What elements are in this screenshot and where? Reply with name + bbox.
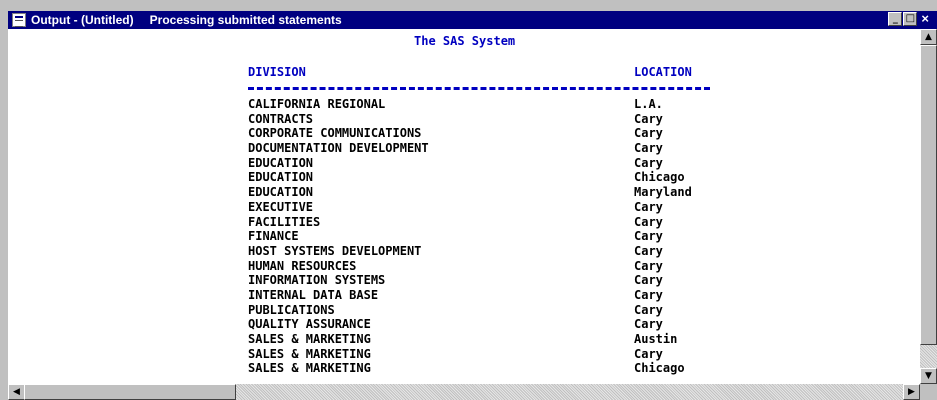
division-cell: INTERNAL DATA BASE xyxy=(248,287,379,302)
minimize-button[interactable]: _ xyxy=(888,12,903,26)
location-cell: Cary xyxy=(634,199,663,214)
location-cell: Maryland xyxy=(634,185,692,200)
location-cell: Cary xyxy=(634,155,663,170)
right-arrow-icon: ▶ xyxy=(908,387,915,397)
table-row: QUALITY ASSURANCE Cary xyxy=(8,317,920,332)
table-row: EDUCATION Chicago xyxy=(8,170,920,185)
table-row: CALIFORNIA REGIONAL L.A. xyxy=(8,97,920,112)
table-row: FINANCE Cary xyxy=(8,229,920,244)
division-cell: PUBLICATIONS xyxy=(248,302,335,317)
division-cell: INFORMATION SYSTEMS xyxy=(248,273,386,288)
table-row: CONTRACTS Cary xyxy=(8,112,920,127)
division-cell: SALES & MARKETING xyxy=(248,346,371,361)
location-cell: Chicago xyxy=(634,170,685,185)
table-row: HUMAN RESOURCES Cary xyxy=(8,259,920,274)
division-cell: CONTRACTS xyxy=(248,111,314,126)
output-content[interactable]: The SAS System DIVISION LOCATION CALIFOR… xyxy=(8,29,920,384)
window-icon[interactable] xyxy=(12,13,26,27)
vertical-scrollbar[interactable]: ▲ ▼ xyxy=(920,29,937,384)
table-row: INFORMATION SYSTEMS Cary xyxy=(8,273,920,288)
location-cell: Cary xyxy=(634,229,663,244)
location-cell: L.A. xyxy=(634,97,663,111)
table-row: HOST SYSTEMS DEVELOPMENT Cary xyxy=(8,244,920,259)
header-divider xyxy=(248,87,710,90)
close-icon: × xyxy=(921,11,929,26)
location-cell: Austin xyxy=(634,332,678,346)
table-row: SALES & MARKETING Austin xyxy=(8,332,920,347)
horizontal-scroll-thumb[interactable] xyxy=(24,384,236,400)
table-row: EXECUTIVE Cary xyxy=(8,200,920,215)
table-row: PUBLICATIONS Cary xyxy=(8,303,920,318)
table-row: EDUCATION Cary xyxy=(8,156,920,171)
location-cell: Cary xyxy=(634,302,663,317)
location-cell: Cary xyxy=(634,317,663,332)
location-cell: Cary xyxy=(634,214,663,229)
report-title: The SAS System xyxy=(414,34,516,48)
location-cell: Cary xyxy=(634,111,663,126)
division-cell: HUMAN RESOURCES xyxy=(248,258,357,273)
horizontal-scrollbar[interactable]: ◀ ▶ xyxy=(8,384,920,400)
close-button[interactable]: × xyxy=(921,12,929,26)
minimize-icon: _ xyxy=(892,13,898,24)
division-cell: EDUCATION xyxy=(248,185,314,200)
table-row: DOCUMENTATION DEVELOPMENT Cary xyxy=(8,141,920,156)
division-cell: FACILITIES xyxy=(248,214,321,229)
location-cell: Chicago xyxy=(634,361,685,376)
window-controls: _ □ × xyxy=(887,12,929,26)
division-cell: EXECUTIVE xyxy=(248,199,314,214)
output-window: Output - (Untitled) Processing submitted… xyxy=(0,0,937,400)
maximize-icon: □ xyxy=(905,13,916,24)
location-cell: Cary xyxy=(634,258,663,273)
division-cell: HOST SYSTEMS DEVELOPMENT xyxy=(248,243,422,258)
table-row: INTERNAL DATA BASE Cary xyxy=(8,288,920,303)
window-status: Processing submitted statements xyxy=(149,13,342,27)
title-bar[interactable]: Output - (Untitled) Processing submitted… xyxy=(8,11,937,29)
division-cell: CALIFORNIA REGIONAL xyxy=(248,97,386,111)
division-cell: CORPORATE COMMUNICATIONS xyxy=(248,126,422,141)
location-cell: Cary xyxy=(634,287,663,302)
location-cell: Cary xyxy=(634,243,663,258)
division-cell: DOCUMENTATION DEVELOPMENT xyxy=(248,141,429,156)
report-rows: CALIFORNIA REGIONAL L.A. CONTRACTS Cary CORP… xyxy=(8,97,920,376)
scroll-up-button[interactable]: ▲ xyxy=(920,29,937,45)
maximize-button[interactable]: □ xyxy=(903,12,918,26)
window-title: Output - (Untitled) xyxy=(31,13,134,27)
division-cell: FINANCE xyxy=(248,229,299,244)
location-cell: Cary xyxy=(634,273,663,288)
scroll-down-button[interactable]: ▼ xyxy=(920,368,937,384)
table-row: SALES & MARKETING Cary xyxy=(8,347,920,362)
column-header-location: LOCATION xyxy=(634,65,692,79)
location-cell: Cary xyxy=(634,346,663,361)
location-cell: Cary xyxy=(634,141,663,156)
scrollbar-corner xyxy=(920,384,937,400)
division-cell: EDUCATION xyxy=(248,170,314,185)
down-arrow-icon: ▼ xyxy=(925,371,932,381)
vertical-scroll-thumb[interactable] xyxy=(920,45,937,345)
table-row: FACILITIES Cary xyxy=(8,215,920,230)
division-cell: SALES & MARKETING xyxy=(248,361,371,376)
table-row: SALES & MARKETING Chicago xyxy=(8,361,920,376)
column-header-division: DIVISION xyxy=(248,65,306,79)
table-row: CORPORATE COMMUNICATIONS Cary xyxy=(8,126,920,141)
division-cell: SALES & MARKETING xyxy=(248,332,371,346)
location-cell: Cary xyxy=(634,126,663,141)
division-cell: EDUCATION xyxy=(248,155,314,170)
scroll-right-button[interactable]: ▶ xyxy=(903,384,920,400)
scroll-left-button[interactable]: ◀ xyxy=(8,384,25,400)
left-arrow-icon: ◀ xyxy=(13,387,20,397)
up-arrow-icon: ▲ xyxy=(925,32,932,42)
division-cell: QUALITY ASSURANCE xyxy=(248,317,371,332)
table-row: EDUCATION Maryland xyxy=(8,185,920,200)
